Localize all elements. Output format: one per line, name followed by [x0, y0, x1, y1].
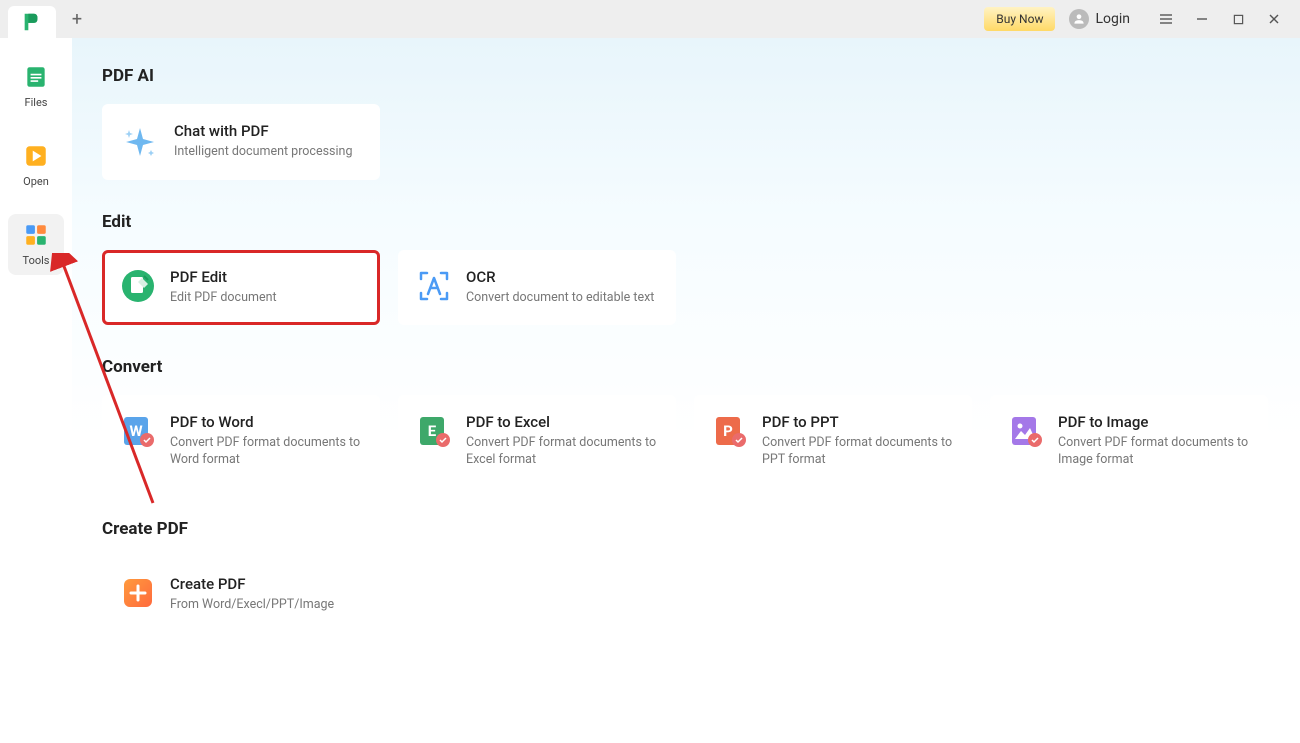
- app-logo-icon: [21, 11, 43, 33]
- card-pdf-edit[interactable]: PDF Edit Edit PDF document: [102, 250, 380, 325]
- titlebar: + Buy Now Login: [0, 0, 1300, 38]
- plus-icon: +: [72, 9, 82, 30]
- login-label: Login: [1095, 11, 1130, 27]
- card-title: PDF Edit: [170, 268, 362, 286]
- excel-icon: E: [416, 413, 452, 449]
- card-desc: Convert document to editable text: [466, 290, 658, 307]
- section-title-pdf-ai: PDF AI: [102, 66, 1270, 86]
- sidebar-item-open[interactable]: Open: [8, 135, 64, 196]
- maximize-button[interactable]: [1220, 4, 1256, 34]
- avatar-icon: [1069, 9, 1089, 29]
- tools-icon: [23, 222, 49, 248]
- svg-text:P: P: [723, 422, 733, 440]
- maximize-icon: [1233, 14, 1244, 25]
- sidebar-item-files[interactable]: Files: [8, 56, 64, 117]
- section-title-edit: Edit: [102, 212, 1270, 232]
- section-title-convert: Convert: [102, 357, 1270, 377]
- card-desc: Convert PDF format documents to PPT form…: [762, 435, 954, 469]
- new-tab-button[interactable]: +: [62, 4, 92, 34]
- card-title: Create PDF: [170, 575, 362, 593]
- close-button[interactable]: [1256, 4, 1292, 34]
- ppt-icon: P: [712, 413, 748, 449]
- card-desc: Convert PDF format documents to Image fo…: [1058, 435, 1250, 469]
- image-icon: [1008, 413, 1044, 449]
- app-logo-tab[interactable]: [8, 6, 56, 38]
- card-desc: Convert PDF format documents to Word for…: [170, 435, 362, 469]
- minimize-icon: [1196, 13, 1208, 25]
- card-title: Chat with PDF: [174, 122, 362, 140]
- card-desc: Intelligent document processing: [174, 144, 362, 161]
- card-pdf-to-word[interactable]: W PDF to Word Convert PDF format documen…: [102, 395, 380, 487]
- card-pdf-to-image[interactable]: PDF to Image Convert PDF format document…: [990, 395, 1268, 487]
- ocr-icon: [416, 268, 452, 304]
- sidebar-label: Files: [25, 96, 48, 109]
- create-pdf-icon: [120, 575, 156, 611]
- pdf-edit-icon: [120, 268, 156, 304]
- sidebar: Files Open Tools: [0, 38, 72, 743]
- card-desc: Convert PDF format documents to Excel fo…: [466, 435, 658, 469]
- main-content: PDF AI Chat with PDF Intelligent documen…: [72, 38, 1300, 743]
- card-desc: From Word/Execl/PPT/Image: [170, 597, 362, 614]
- window-controls: [1148, 4, 1292, 34]
- card-ocr[interactable]: OCR Convert document to editable text: [398, 250, 676, 325]
- menu-button[interactable]: [1148, 4, 1184, 34]
- card-pdf-to-ppt[interactable]: P PDF to PPT Convert PDF format document…: [694, 395, 972, 487]
- card-title: OCR: [466, 268, 658, 286]
- login-button[interactable]: Login: [1069, 9, 1130, 29]
- close-icon: [1268, 13, 1280, 25]
- open-icon: [23, 143, 49, 169]
- card-pdf-to-excel[interactable]: E PDF to Excel Convert PDF format docume…: [398, 395, 676, 487]
- sidebar-label: Tools: [23, 254, 50, 267]
- card-title: PDF to Excel: [466, 413, 658, 431]
- buy-now-button[interactable]: Buy Now: [984, 7, 1055, 31]
- card-create-pdf[interactable]: Create PDF From Word/Execl/PPT/Image: [102, 557, 380, 632]
- svg-text:E: E: [428, 422, 437, 440]
- hamburger-icon: [1159, 12, 1173, 26]
- files-icon: [23, 64, 49, 90]
- card-title: PDF to Image: [1058, 413, 1250, 431]
- card-title: PDF to PPT: [762, 413, 954, 431]
- section-title-create: Create PDF: [102, 519, 1270, 539]
- card-desc: Edit PDF document: [170, 290, 362, 307]
- word-icon: W: [120, 413, 156, 449]
- sidebar-label: Open: [23, 175, 49, 188]
- card-title: PDF to Word: [170, 413, 362, 431]
- minimize-button[interactable]: [1184, 4, 1220, 34]
- sparkle-icon: [120, 122, 160, 162]
- sidebar-item-tools[interactable]: Tools: [8, 214, 64, 275]
- card-chat-with-pdf[interactable]: Chat with PDF Intelligent document proce…: [102, 104, 380, 180]
